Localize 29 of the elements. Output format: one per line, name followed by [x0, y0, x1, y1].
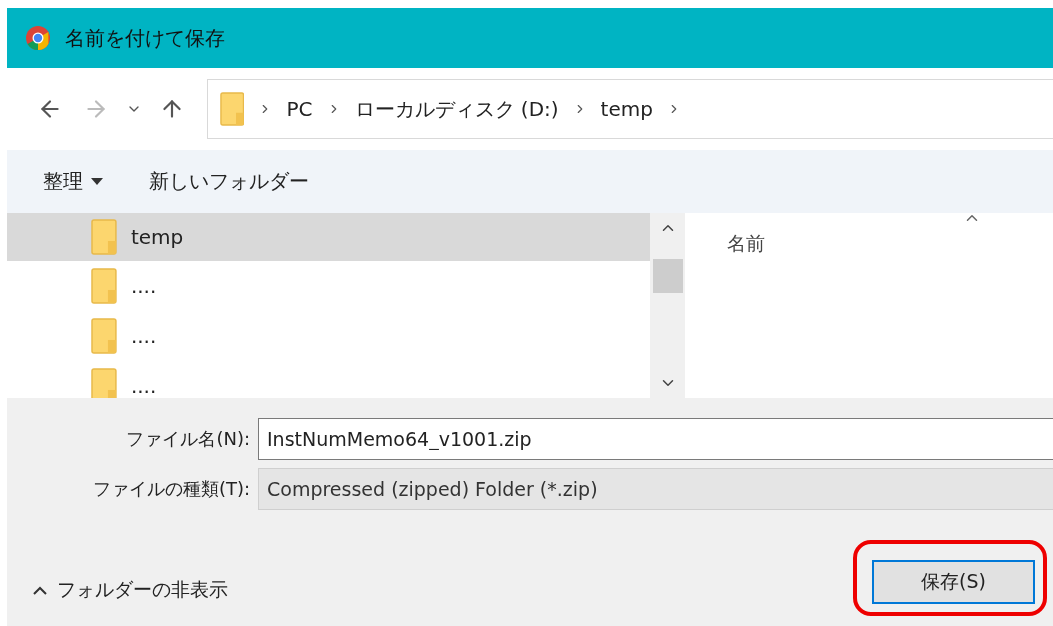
new-folder-button[interactable]: 新しいフォルダー — [149, 168, 309, 195]
folder-icon — [91, 268, 117, 304]
folder-name: temp — [130, 225, 184, 249]
tree-item[interactable]: temp — [7, 213, 650, 261]
folder-icon — [91, 219, 117, 255]
hide-folders-button[interactable]: フォルダーの非表示 — [33, 577, 228, 603]
file-type-dropdown[interactable]: Compressed (zipped) Folder (*.zip) — [258, 468, 1053, 510]
scrollbar[interactable] — [650, 213, 685, 398]
organize-menu[interactable]: 整理 — [43, 168, 103, 195]
scroll-thumb[interactable] — [652, 258, 683, 293]
breadcrumb-item[interactable]: PC — [286, 97, 313, 121]
breadcrumb-item[interactable]: temp — [600, 97, 653, 121]
folder-icon — [220, 92, 245, 126]
folder-name: .... — [130, 324, 157, 348]
breadcrumb-item[interactable]: ローカルディスク (D:) — [354, 95, 559, 123]
file-type-label: ファイルの種類(T): — [91, 477, 250, 501]
folder-name: .... — [130, 274, 157, 298]
caret-icon — [91, 178, 103, 185]
file-name-field[interactable]: InstNumMemo64_v1001.zip — [258, 418, 1053, 460]
chevron-up-icon — [33, 585, 47, 595]
folder-name: .... — [130, 374, 157, 398]
folder-icon — [91, 368, 117, 398]
address-bar[interactable]: PC ローカルディスク (D:) temp — [207, 79, 1053, 139]
file-name-label: ファイル名(N): — [125, 427, 250, 451]
browser-icon — [25, 25, 51, 51]
folder-icon — [91, 318, 117, 354]
column-header[interactable]: 名前 — [727, 232, 765, 254]
window-title: 名前を付けて保存 — [65, 24, 225, 52]
save-button[interactable]: 保存(S) — [872, 560, 1035, 604]
